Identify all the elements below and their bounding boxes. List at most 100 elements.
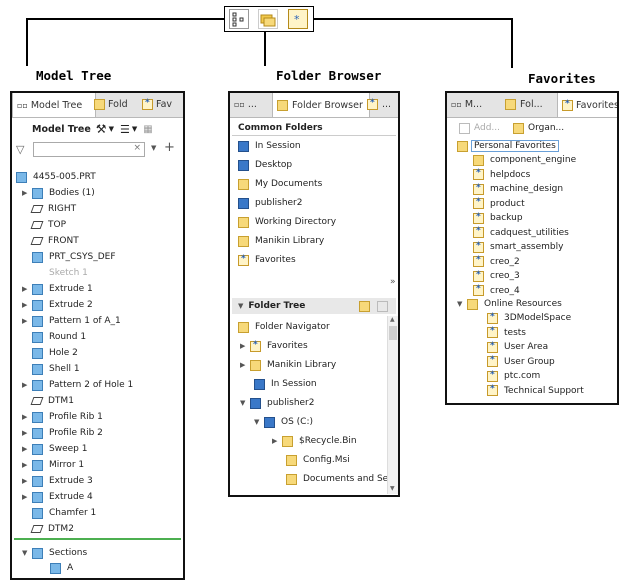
tree-item-feature[interactable]: ▶ Extrude 3 (22, 473, 93, 489)
expand-arrow-icon[interactable]: ▶ (22, 429, 32, 437)
add-button[interactable]: Add... (459, 120, 500, 136)
expand-arrow-icon[interactable]: ▶ (240, 361, 250, 369)
scroll-down-icon[interactable]: ▼ (390, 485, 395, 492)
expand-arrow-icon[interactable]: ▶ (272, 437, 282, 445)
folder-tree-item[interactable]: Config.Msi (286, 452, 350, 468)
tree-item-feature[interactable]: 4455-005.PRT (16, 169, 96, 185)
tree-item-feature[interactable]: ▶ Extrude 2 (22, 297, 93, 313)
folder-tree-item[interactable]: In Session (254, 376, 317, 392)
tree-item-feature[interactable]: Chamfer 1 (32, 505, 96, 521)
tree-item-feature[interactable]: DTM2 (30, 521, 74, 537)
tree-item-feature[interactable]: Hole 2 (32, 345, 78, 361)
folder-browser-tab-icon[interactable] (258, 9, 278, 29)
favorite-icon (487, 355, 498, 367)
tab-favorites[interactable]: Favorites (557, 93, 617, 117)
expand-arrow-icon[interactable]: ▼ (254, 418, 264, 426)
folder-icon (94, 99, 105, 110)
collapse-arrow-icon[interactable]: ▼ (238, 302, 243, 310)
tab-model-tree[interactable]: ▫▫ M... (447, 93, 503, 116)
tree-item-feature[interactable]: ▶ Sweep 1 (22, 441, 87, 457)
copy-icon[interactable] (377, 301, 388, 312)
tree-item-feature[interactable]: Sketch 1 (32, 265, 88, 281)
tab-folder-browser[interactable]: Fol... (505, 93, 555, 116)
expand-arrow-icon[interactable]: ▶ (240, 342, 250, 350)
tree-item-feature[interactable]: ▶ Pattern 2 of Hole 1 (22, 377, 133, 393)
expand-arrow-icon[interactable]: ▼ (457, 300, 467, 308)
favorite-icon (487, 326, 498, 338)
expand-arrow-icon[interactable]: ▶ (22, 285, 32, 293)
online-resource-item[interactable]: Technical Support (487, 383, 584, 399)
tree-item-section-a[interactable]: A (50, 560, 73, 576)
folder-tree-item[interactable]: Documents and Se (286, 471, 388, 487)
folder-tree-item[interactable]: Folder Navigator (238, 319, 330, 335)
common-folder-item[interactable]: In Session (238, 138, 301, 154)
expand-arrow-icon[interactable]: ▶ (22, 413, 32, 421)
tree-item-feature[interactable]: ▶ Extrude 4 (22, 489, 93, 505)
tree-item-feature[interactable]: Round 1 (32, 329, 86, 345)
common-folder-item[interactable]: Manikin Library (238, 233, 324, 249)
folder-tree-item[interactable]: ▶Favorites (240, 338, 308, 354)
tree-item-feature[interactable]: ▶ Profile Rib 2 (22, 425, 103, 441)
tab-folder-browser[interactable]: Folder Browser (272, 93, 370, 117)
search-input[interactable]: × (33, 142, 145, 157)
tree-item-feature[interactable]: ▶ Bodies (1) (22, 185, 95, 201)
scroll-up-icon[interactable]: ▲ (390, 316, 395, 323)
expand-arrow-icon[interactable]: ▼ (240, 399, 250, 407)
expand-arrow-icon[interactable]: ▶ (22, 381, 32, 389)
tree-item-feature[interactable]: Shell 1 (32, 361, 80, 377)
filter-grid-icon[interactable]: ▦ (143, 124, 152, 135)
expand-arrow-icon[interactable]: ▶ (22, 445, 32, 453)
expand-arrow-icon[interactable]: ▶ (22, 317, 32, 325)
tree-item-feature[interactable]: TOP (30, 217, 66, 233)
tree-item-feature[interactable]: ▶ Extrude 1 (22, 281, 93, 297)
common-folder-item[interactable]: Working Directory (238, 214, 336, 230)
favorites-tab-icon[interactable]: * (288, 9, 308, 29)
folder-tree-header[interactable]: ▼ Folder Tree (232, 298, 396, 314)
tab-model-tree[interactable]: ▫▫ Model Tree (12, 93, 96, 117)
new-folder-icon[interactable] (359, 301, 370, 312)
scrollbar-thumb[interactable] (389, 326, 397, 340)
common-folder-item[interactable]: My Documents (238, 176, 322, 192)
expand-arrow-icon[interactable]: ▶ (22, 477, 32, 485)
tab-favorites[interactable]: Fav (142, 93, 183, 116)
sweep-icon (32, 443, 43, 455)
folder-tree-item[interactable]: ▶ $Recycle.Bin (272, 433, 357, 449)
svg-text:*: * (294, 13, 300, 26)
expand-section-icon[interactable]: » (390, 277, 396, 287)
common-folder-item[interactable]: Favorites (238, 252, 296, 268)
tab-folder-browser[interactable]: Fold (94, 93, 138, 116)
common-folder-item[interactable]: publisher2 (238, 195, 303, 211)
tree-item-sections[interactable]: ▼ Sections (22, 545, 87, 561)
folder-tree-item[interactable]: ▶ Manikin Library (240, 357, 336, 373)
add-icon[interactable]: + (164, 140, 175, 155)
tree-item-feature[interactable]: ▶ Profile Rib 1 (22, 409, 103, 425)
tools-icon[interactable]: ⚒ (96, 122, 107, 136)
folder-tree-item[interactable]: ▼ publisher2 (240, 395, 315, 411)
common-folder-item[interactable]: Desktop (238, 157, 292, 173)
model-tree-panel: ▫▫ Model Tree Fold Fav Model Tree ⚒ ▼ ☰ … (10, 91, 185, 580)
expand-arrow-icon[interactable]: ▶ (22, 301, 32, 309)
tree-item-feature[interactable]: RIGHT (30, 201, 76, 217)
tree-item-feature[interactable]: ▶ Pattern 1 of A_1 (22, 313, 121, 329)
folder-tree-item[interactable]: ▼ OS (C:) (254, 414, 313, 430)
settings-list-icon[interactable]: ☰ (120, 123, 130, 136)
tree-item-feature[interactable]: FRONT (30, 233, 79, 249)
tab-model-tree[interactable]: ▫▫ ... (230, 93, 276, 116)
filter-icon[interactable]: ▽ (16, 143, 24, 156)
expand-arrow-icon[interactable]: ▶ (22, 189, 32, 197)
tree-item-feature[interactable]: ▶ Mirror 1 (22, 457, 84, 473)
chevron-down-icon[interactable]: ▼ (109, 125, 114, 133)
model-tree-tab-icon[interactable] (229, 9, 249, 29)
chevron-down-icon[interactable]: ▼ (132, 125, 137, 133)
expand-arrow-icon[interactable]: ▶ (22, 493, 32, 501)
organize-button[interactable]: Organ... (513, 120, 564, 136)
expand-arrow-icon[interactable]: ▼ (22, 549, 32, 557)
tab-favorites[interactable]: ... (367, 93, 398, 116)
clear-icon[interactable]: × (133, 143, 141, 153)
tree-item-feature[interactable]: PRT_CSYS_DEF (32, 249, 116, 265)
chevron-down-icon[interactable]: ▼ (151, 144, 156, 152)
tree-item-feature[interactable]: DTM1 (30, 393, 74, 409)
expand-arrow-icon[interactable]: ▶ (22, 461, 32, 469)
scrollbar[interactable]: ▲ ▼ (387, 316, 398, 494)
folder-icon (238, 321, 249, 333)
